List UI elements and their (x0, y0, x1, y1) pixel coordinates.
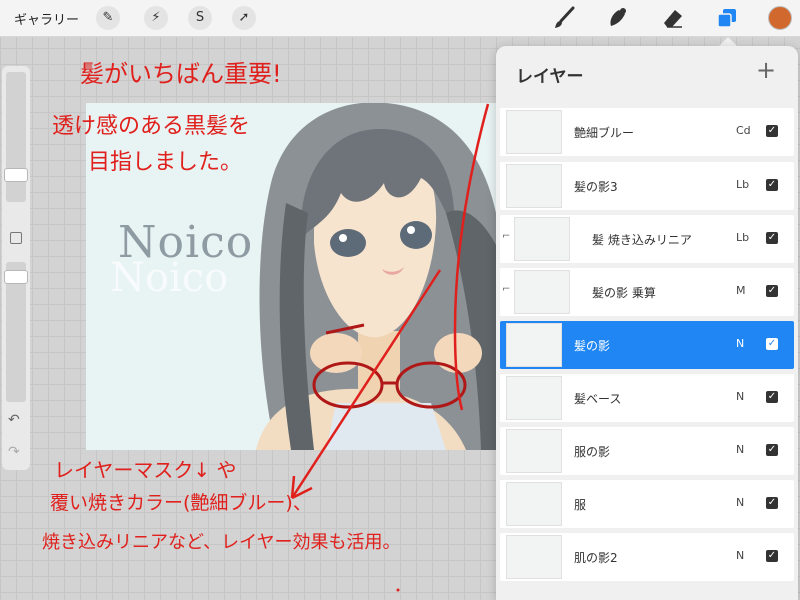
layer-thumbnail[interactable] (506, 323, 562, 367)
layers-panel-title: レイヤー (516, 67, 584, 87)
visibility-checkbox[interactable]: ✓ (766, 391, 778, 403)
annotation-line-2: 透け感のある黒髪を (52, 114, 251, 139)
visibility-checkbox[interactable]: ✓ (766, 497, 778, 509)
blend-mode-button[interactable]: Lb (736, 231, 749, 244)
layer-row[interactable]: 髪の影3 Lb ✓ (500, 162, 794, 210)
layers-icon[interactable] (714, 5, 740, 31)
blend-mode-button[interactable]: Cd (736, 124, 751, 137)
transform-arrow-icon[interactable]: ➚ (232, 6, 256, 30)
layer-row[interactable]: 服の影 N ✓ (500, 427, 794, 475)
clipping-mask-icon: ⌐ (502, 231, 511, 242)
layer-name: 髪 焼き込みリニア (592, 233, 692, 247)
blend-mode-button[interactable]: N (736, 443, 744, 456)
layer-name: 艶細ブルー (574, 126, 635, 140)
color-picker[interactable] (768, 6, 792, 30)
layers-panel: レイヤー + 艶細ブルー Cd ✓ 髪の影3 Lb ✓ ⌐ 髪 焼き込みリニア Lb ✓ ⌐ 髪の影 … (496, 46, 798, 600)
blend-mode-button[interactable]: N (736, 390, 744, 403)
layer-thumbnail[interactable] (506, 429, 562, 473)
visibility-checkbox[interactable]: ✓ (766, 179, 778, 191)
brush-size-thumb[interactable] (4, 168, 28, 182)
gallery-button[interactable]: ギャラリー (14, 9, 79, 28)
layer-row[interactable]: 髪ベース N ✓ (500, 374, 794, 422)
blend-mode-button[interactable]: N (736, 549, 744, 562)
layer-thumbnail[interactable] (506, 110, 562, 154)
layer-row[interactable]: ⌐ 髪の影 乗算 M ✓ (500, 268, 794, 316)
layer-name: 髪ベース (574, 392, 622, 406)
top-toolbar: ギャラリー ✎ ⚡ S ➚ (0, 0, 800, 37)
brush-size-slider[interactable] (6, 72, 26, 202)
magic-wand-icon[interactable]: ⚡ (144, 6, 168, 30)
blend-mode-button[interactable]: N (736, 337, 744, 350)
undo-icon[interactable]: ↶ (8, 412, 20, 428)
smudge-icon[interactable] (605, 5, 631, 31)
annotation-line-5: 覆い焼きカラー(艶細ブルー)、 (50, 492, 312, 514)
layer-row[interactable]: 艶細ブルー Cd ✓ (500, 108, 794, 156)
watermark-text: Noico (118, 217, 254, 268)
wrench-icon[interactable]: ✎ (96, 6, 120, 30)
layer-name: 髪の影3 (574, 180, 618, 194)
blend-mode-button[interactable]: M (736, 284, 746, 297)
visibility-checkbox[interactable]: ✓ (766, 444, 778, 456)
layer-row[interactable]: ⌐ 髪 焼き込みリニア Lb ✓ (500, 215, 794, 263)
visibility-checkbox[interactable]: ✓ (766, 232, 778, 244)
layer-row[interactable]: 肌の影2 N ✓ (500, 533, 794, 581)
visibility-checkbox[interactable]: ✓ (766, 338, 778, 350)
blend-mode-button[interactable]: N (736, 496, 744, 509)
layer-row[interactable]: 髪の影 N ✓ (500, 321, 794, 369)
blend-mode-button[interactable]: Lb (736, 178, 749, 191)
layer-thumbnail[interactable] (506, 376, 562, 420)
layer-thumbnail[interactable] (506, 482, 562, 526)
opacity-thumb[interactable] (4, 270, 28, 284)
layer-thumbnail[interactable] (506, 535, 562, 579)
visibility-checkbox[interactable]: ✓ (766, 285, 778, 297)
redo-icon[interactable]: ↷ (8, 444, 20, 460)
eraser-icon[interactable] (660, 5, 686, 31)
layer-name: 服の影 (574, 445, 611, 459)
layer-name: 肌の影2 (574, 551, 618, 565)
layer-name: 服 (574, 498, 587, 512)
left-sidebar: ↶ ↷ (2, 66, 30, 470)
clipping-mask-icon: ⌐ (502, 284, 511, 295)
layer-thumbnail[interactable] (514, 270, 570, 314)
annotation-line-1: 髪がいちばん重要! (80, 60, 282, 88)
layer-thumbnail[interactable] (506, 164, 562, 208)
add-layer-button[interactable]: + (756, 58, 776, 82)
visibility-checkbox[interactable]: ✓ (766, 550, 778, 562)
layer-name: 髪の影 (574, 339, 611, 353)
layer-row[interactable]: 服 N ✓ (500, 480, 794, 528)
modify-button[interactable] (10, 232, 22, 244)
panel-caret (719, 37, 737, 46)
annotation-line-4: レイヤーマスク↓ や (54, 458, 237, 482)
layer-thumbnail[interactable] (514, 217, 570, 261)
annotation-line-6: 焼き込みリニアなど、レイヤー効果も活用。 (42, 532, 401, 553)
brush-icon[interactable] (551, 5, 577, 31)
annotation-line-3: 目指しました。 (88, 150, 243, 175)
visibility-checkbox[interactable]: ✓ (766, 125, 778, 137)
selection-icon[interactable]: S (188, 6, 212, 30)
layer-name: 髪の影 乗算 (592, 286, 656, 300)
